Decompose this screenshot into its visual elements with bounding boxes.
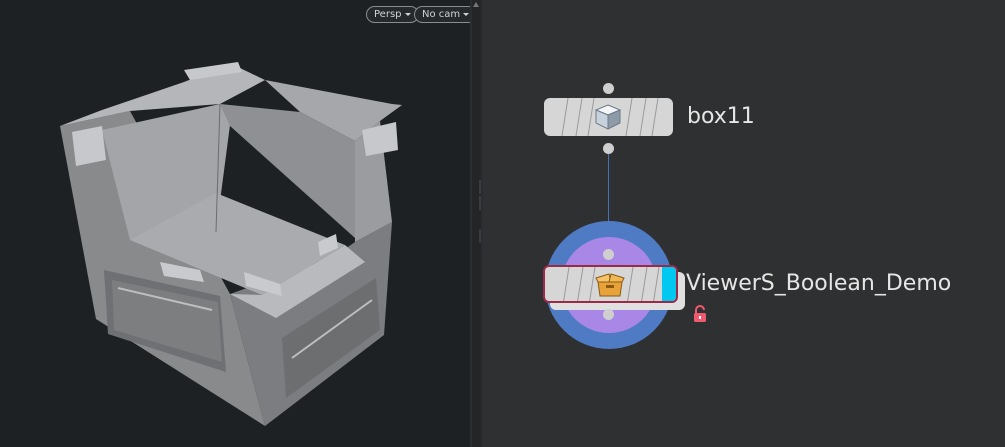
- persp-caret-icon: [404, 12, 411, 16]
- viewer-node[interactable]: [543, 265, 678, 303]
- persp-label: Persp: [374, 9, 402, 20]
- camera-label: No cam: [422, 9, 461, 20]
- pane-splitter[interactable]: [470, 0, 483, 447]
- viewport-geometry: [60, 62, 402, 426]
- viewer-input-port[interactable]: [603, 249, 614, 260]
- persp-menu[interactable]: Persp: [366, 6, 419, 23]
- viewer-output-port[interactable]: [603, 309, 614, 320]
- splitter-grip[interactable]: [479, 229, 481, 243]
- camera-caret-icon: [463, 12, 470, 16]
- network-editor[interactable]: box11 ViewerS_Boolean_Demo: [483, 0, 1005, 447]
- splitter-bar: [472, 0, 481, 447]
- splitter-grip[interactable]: [479, 196, 481, 210]
- scene-viewport[interactable]: Persp No cam: [0, 0, 470, 447]
- box11-node[interactable]: [544, 98, 673, 136]
- box11-output-port[interactable]: [603, 143, 614, 154]
- unlock-icon[interactable]: [692, 305, 708, 323]
- notch-1: [72, 126, 106, 166]
- box11-node-label[interactable]: box11: [687, 104, 755, 129]
- package-icon: [595, 273, 625, 297]
- box11-input-port[interactable]: [603, 83, 614, 94]
- splitter-arrow-icon[interactable]: [473, 2, 479, 7]
- display-flag[interactable]: [662, 267, 676, 301]
- splitter-grip[interactable]: [479, 180, 481, 194]
- cube-icon: [594, 104, 622, 130]
- camera-menu[interactable]: No cam: [414, 6, 470, 23]
- viewer-node-label[interactable]: ViewerS_Boolean_Demo: [686, 271, 951, 296]
